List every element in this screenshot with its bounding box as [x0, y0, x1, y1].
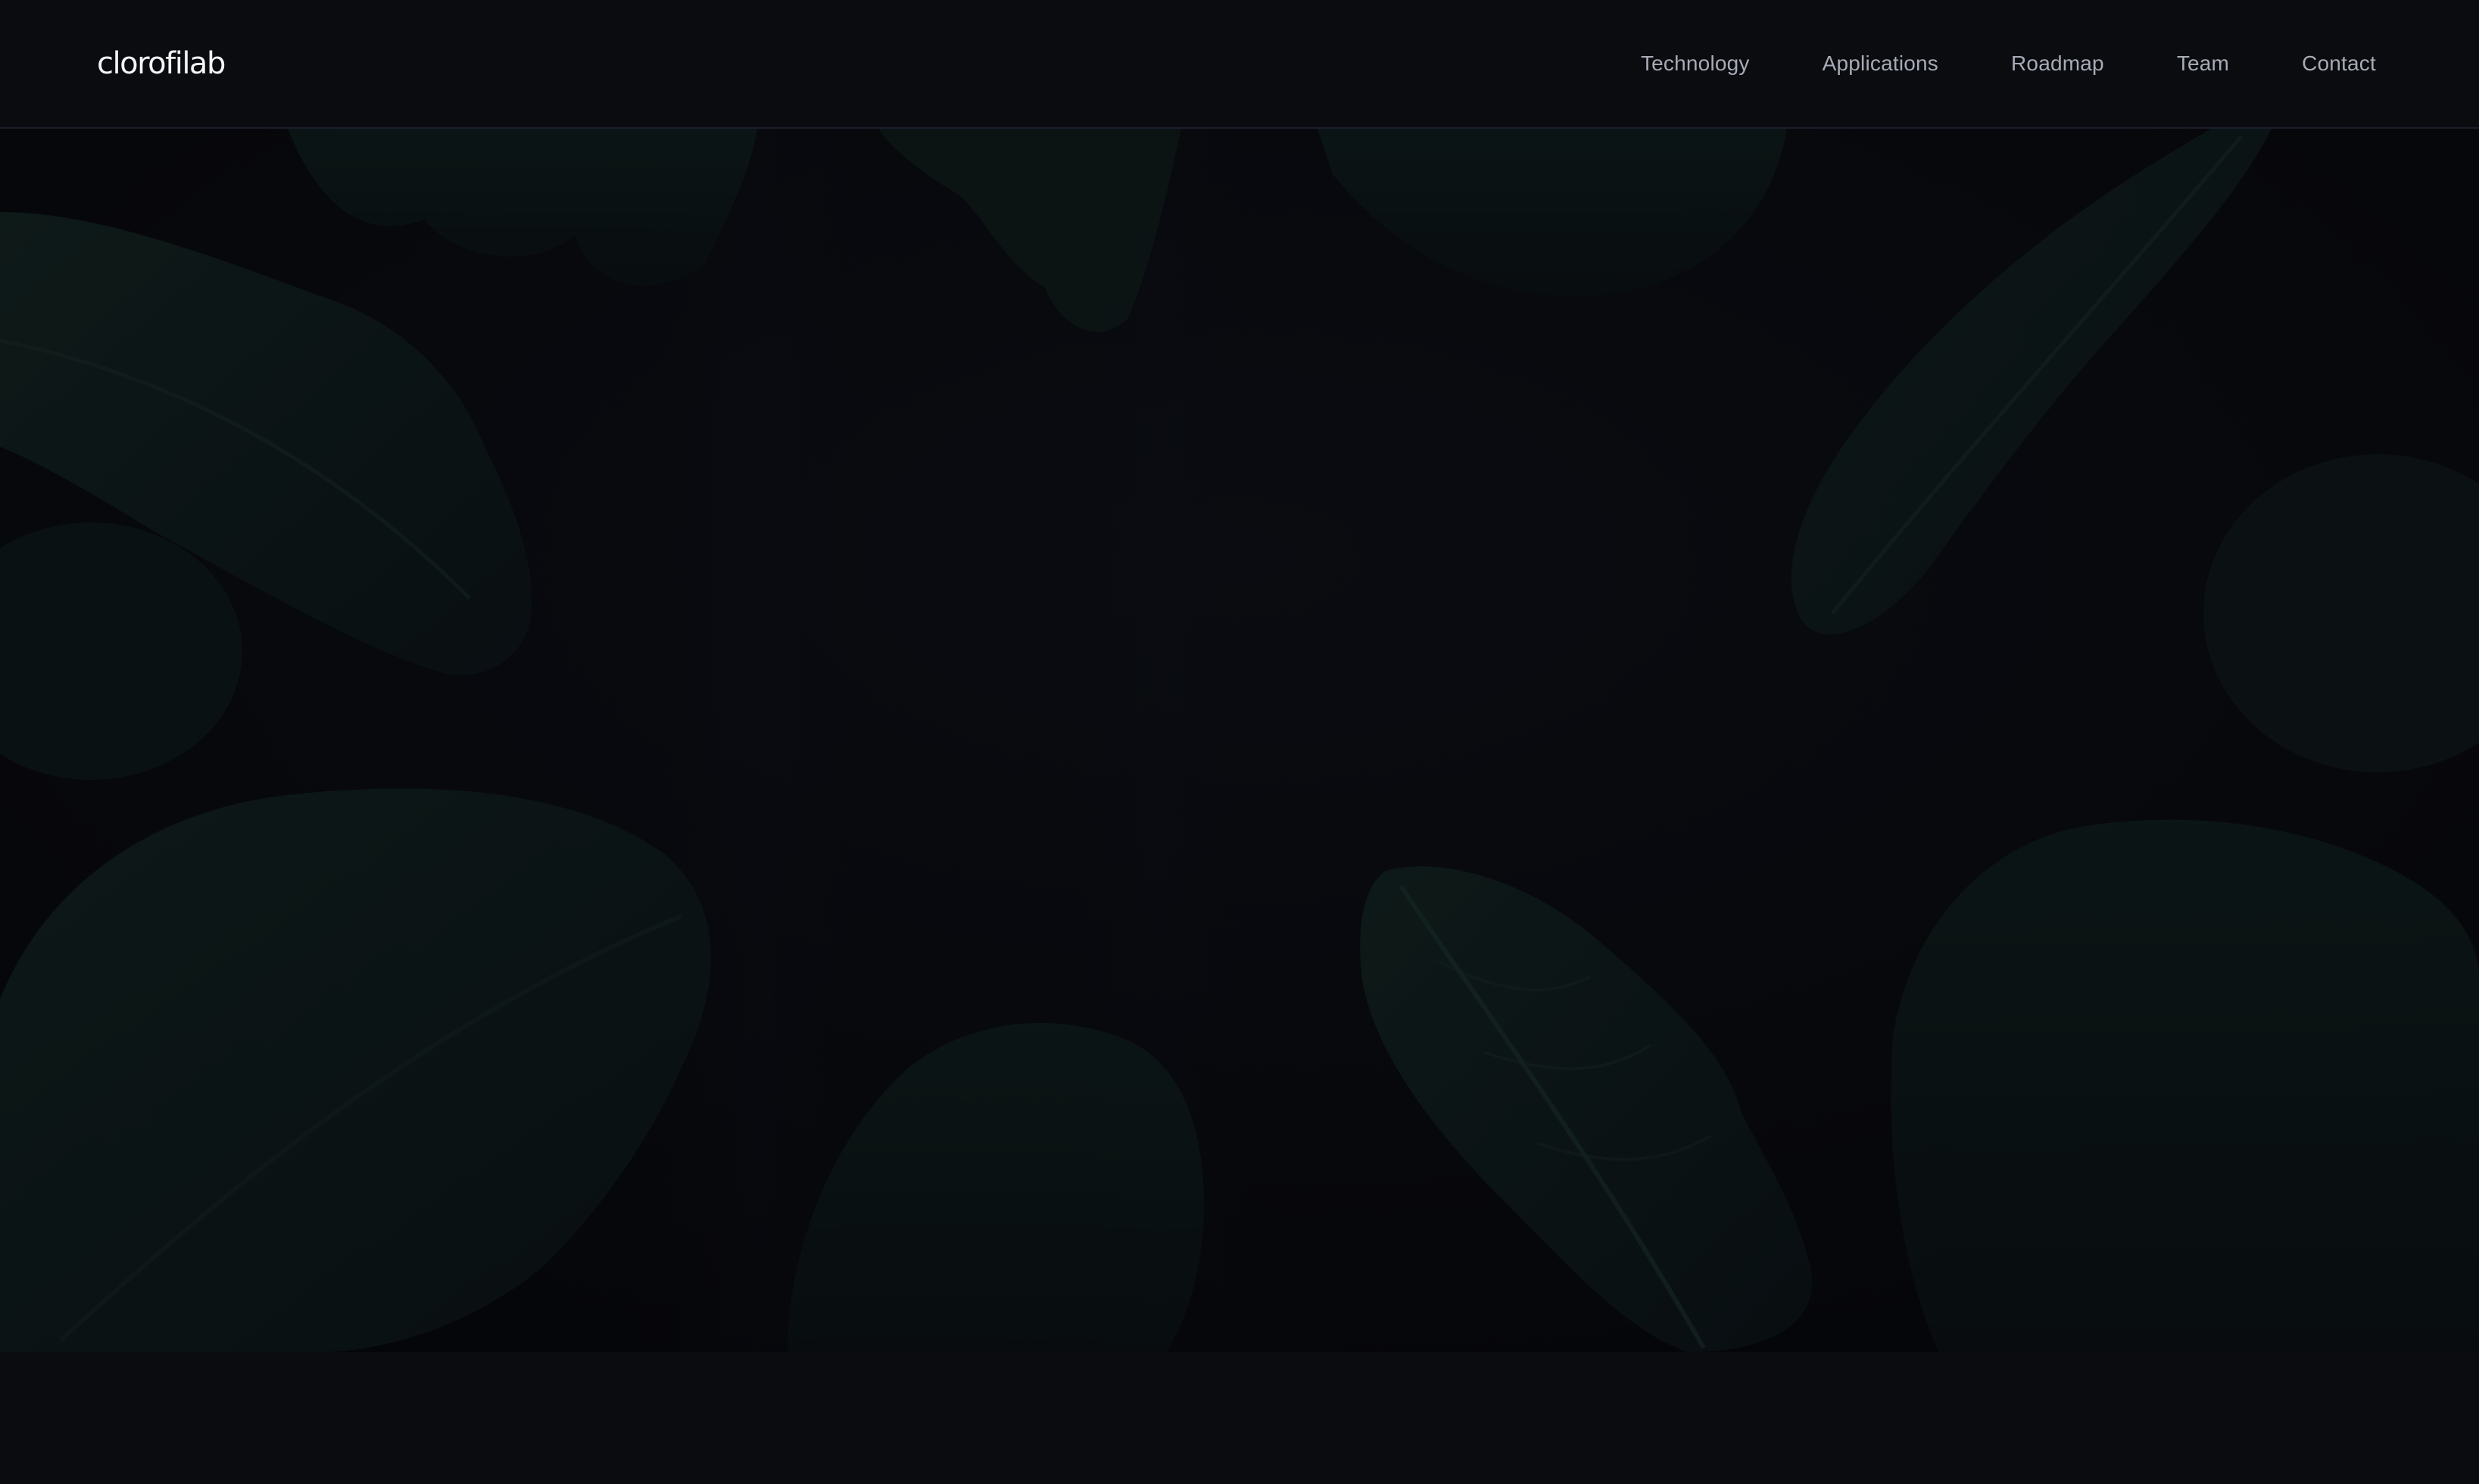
hero-section [0, 129, 2479, 1352]
nav-item-contact[interactable]: Contact [2302, 50, 2376, 77]
page-bottom-area [0, 1352, 2479, 1484]
hero-leaves-background-image [0, 129, 2479, 1352]
page: clorofilab Technology Applications Roadm… [0, 0, 2479, 1484]
logo[interactable]: clorofilab [97, 44, 226, 83]
nav-item-applications[interactable]: Applications [1823, 50, 1938, 77]
nav-item-team[interactable]: Team [2177, 50, 2229, 77]
nav-item-technology[interactable]: Technology [1641, 50, 1750, 77]
main-nav: Technology Applications Roadmap Team Con… [1641, 50, 2376, 77]
nav-item-roadmap[interactable]: Roadmap [2011, 50, 2104, 77]
site-header: clorofilab Technology Applications Roadm… [0, 0, 2479, 129]
